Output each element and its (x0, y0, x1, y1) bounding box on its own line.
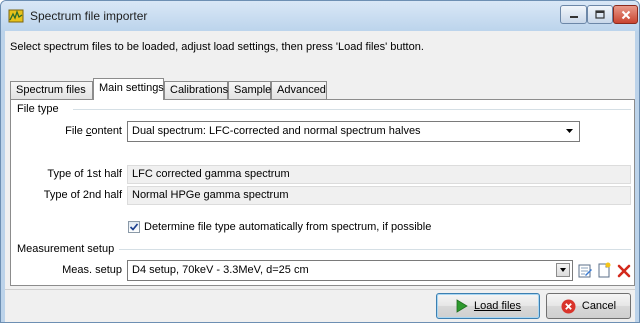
load-files-label: Load files (473, 300, 522, 312)
close-icon (621, 10, 630, 19)
edit-setup-icon[interactable] (577, 263, 593, 279)
meas-setup-dropdown-button[interactable] (556, 263, 570, 277)
client-area: Select spectrum files to be loaded, adju… (5, 31, 635, 322)
file-type-group-label: File type (17, 103, 61, 115)
file-content-dropdown[interactable]: Dual spectrum: LFC-corrected and normal … (127, 121, 580, 142)
file-content-label: File content (65, 125, 122, 137)
group-separator (73, 109, 631, 110)
load-files-button[interactable]: Load files (436, 293, 540, 319)
footer-divider (5, 289, 635, 290)
chevron-down-icon (566, 129, 573, 133)
checkmark-icon (129, 223, 139, 231)
title-bar[interactable]: Spectrum file importer (1, 1, 639, 31)
minimize-icon (569, 15, 578, 18)
file-content-value: Dual spectrum: LFC-corrected and normal … (132, 125, 421, 137)
close-window-button[interactable] (613, 5, 638, 24)
meas-setup-value: D4 setup, 70keV - 3.3MeV, d=25 cm (132, 264, 309, 276)
meas-setup-label: Meas. setup (62, 264, 122, 276)
second-half-label: Type of 2nd half (43, 189, 122, 201)
group-separator (119, 249, 631, 250)
tab-calibrations[interactable]: Calibrations (164, 81, 228, 99)
importer-window: Spectrum file importer Select spectrum f… (0, 0, 640, 323)
instruction-text: Select spectrum files to be loaded, adju… (10, 41, 424, 53)
maximize-button[interactable] (587, 5, 613, 24)
tab-spectrum-files[interactable]: Spectrum files (10, 81, 93, 99)
chevron-down-icon (560, 268, 566, 272)
new-setup-icon[interactable] (596, 262, 612, 278)
second-half-field: Normal HPGe gamma spectrum (127, 186, 631, 205)
main-settings-panel: File type File content Dual spectrum: LF… (10, 99, 635, 286)
auto-detect-checkbox[interactable] (128, 221, 140, 233)
tab-advanced[interactable]: Advanced (271, 81, 327, 99)
minimize-button[interactable] (560, 5, 587, 24)
cancel-icon (561, 299, 576, 313)
window-title: Spectrum file importer (30, 9, 148, 23)
spectrum-app-icon (8, 9, 24, 23)
tab-sample[interactable]: Sample (228, 81, 271, 99)
cancel-button[interactable]: Cancel (546, 293, 631, 319)
auto-detect-label[interactable]: Determine file type automatically from s… (144, 221, 431, 233)
tab-main-settings[interactable]: Main settings (93, 78, 164, 100)
meas-setup-dropdown[interactable]: D4 setup, 70keV - 3.3MeV, d=25 cm (127, 260, 573, 281)
first-half-field: LFC corrected gamma spectrum (127, 165, 631, 184)
measurement-group-label: Measurement setup (17, 243, 117, 255)
maximize-icon (595, 10, 605, 19)
play-icon (456, 299, 468, 313)
first-half-label: Type of 1st half (47, 168, 122, 180)
delete-setup-icon[interactable] (616, 263, 632, 279)
cancel-label: Cancel (581, 300, 617, 312)
